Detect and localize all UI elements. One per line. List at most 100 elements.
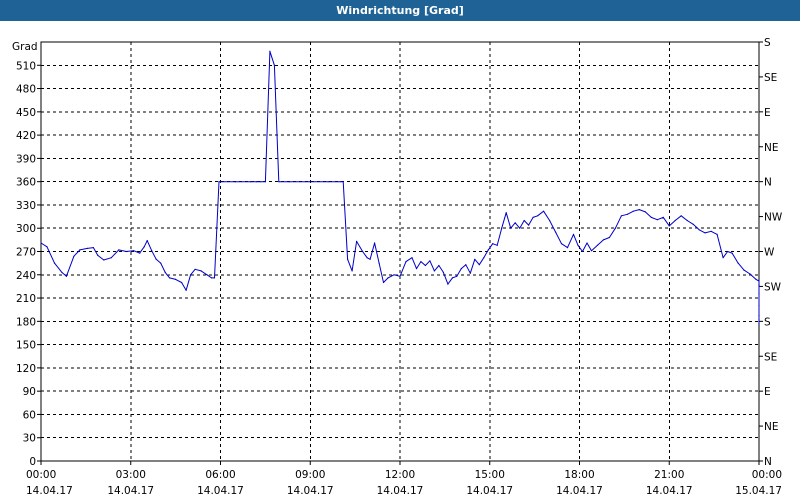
data-point [118, 249, 120, 251]
data-point [86, 247, 88, 249]
y-tick-label: 330 [16, 200, 36, 212]
x-tick-label-time: 15:00 [475, 469, 505, 481]
y-tick-label: 30 [23, 433, 36, 445]
data-point [327, 181, 329, 183]
right-tick-label: N [764, 456, 772, 468]
data-point [487, 249, 489, 251]
data-point [668, 225, 670, 227]
data-point [590, 250, 593, 252]
data-point [160, 262, 162, 264]
data-point [433, 270, 435, 272]
data-point [620, 215, 623, 217]
data-point [469, 272, 471, 274]
x-tick-label-date: 14.04.17 [377, 485, 424, 497]
data-point [255, 181, 257, 183]
right-tick-label: SE [764, 351, 777, 363]
data-point [438, 264, 440, 267]
data-point [716, 233, 718, 235]
data-point [704, 232, 706, 234]
data-point [206, 274, 208, 276]
data-point [514, 222, 516, 224]
data-point [758, 320, 760, 322]
data-point [53, 262, 56, 264]
data-point [749, 273, 751, 275]
x-tick-label-date: 14.04.17 [646, 485, 693, 497]
data-point [560, 243, 563, 245]
data-point [680, 215, 682, 217]
data-point [79, 249, 81, 251]
data-point [758, 319, 760, 321]
data-point [40, 242, 42, 244]
data-point [146, 240, 148, 242]
data-point [125, 250, 127, 253]
data-point [393, 274, 395, 276]
x-tick-label-time: 03:00 [116, 469, 146, 481]
data-point [743, 269, 745, 271]
right-tick-label: S [764, 316, 771, 328]
data-point [510, 227, 512, 229]
data-point [586, 242, 588, 244]
data-point [686, 219, 688, 222]
data-point [644, 211, 646, 213]
data-point [369, 258, 371, 260]
data-point [164, 271, 166, 273]
y-tick-label: 120 [16, 363, 36, 375]
data-point [442, 271, 444, 273]
y-tick-label: 270 [16, 247, 36, 259]
data-point [273, 64, 275, 66]
y-axis-left: 0 30 60 90 120 150 180 210 240 270 300 330 360 390 420… [16, 60, 41, 468]
data-point [566, 247, 569, 249]
data-point [143, 246, 145, 248]
data-point [650, 216, 652, 218]
data-point [73, 255, 75, 257]
data-point [309, 181, 311, 183]
y-tick-label: 180 [16, 316, 36, 328]
data-point [46, 246, 48, 248]
data-point [758, 292, 760, 294]
data-point [460, 268, 462, 270]
data-point [264, 181, 266, 183]
x-tick-label-date: 14.04.17 [107, 485, 154, 497]
data-point [537, 215, 539, 217]
x-tick-label-time: 09:00 [295, 469, 325, 481]
data-point [474, 258, 476, 260]
data-point [447, 283, 449, 285]
right-tick-label: NW [764, 212, 783, 224]
data-point [614, 227, 617, 229]
data-point [362, 250, 364, 253]
data-point [378, 262, 380, 264]
data-point [608, 236, 611, 239]
data-point [602, 239, 605, 241]
x-axis: 00:00 14.04.17 03:00 14.04.17 06:00 14.04.17 0… [26, 461, 782, 497]
data-point [234, 181, 237, 183]
data-point [405, 261, 407, 263]
y-tick-label: 210 [16, 293, 36, 305]
x-tick-label-date: 14.04.17 [556, 485, 603, 497]
data-point [194, 268, 196, 270]
x-tick-label-time: 00:00 [26, 469, 56, 481]
data-point [411, 257, 413, 259]
data-point [356, 240, 358, 242]
data-point [710, 230, 712, 232]
x-tick-label-time: 12:00 [385, 469, 415, 481]
data-point [496, 244, 498, 246]
data-point [758, 283, 760, 285]
data-point [483, 257, 485, 259]
data-point [169, 277, 171, 279]
data-point [626, 213, 629, 215]
data-point [758, 280, 760, 282]
data-point [190, 274, 192, 276]
data-point [399, 275, 401, 277]
data-point [492, 243, 494, 245]
y-tick-label: 90 [23, 386, 36, 398]
data-point [465, 264, 467, 266]
line-chart: 0 30 60 90 120 150 180 210 240 270 300 330 360 390 420… [12, 37, 783, 497]
grid [41, 42, 759, 461]
data-point [528, 224, 530, 226]
data-point [415, 268, 418, 270]
window-title: Windrichtung [Grad] [0, 0, 800, 21]
data-point [260, 181, 262, 183]
data-point [572, 233, 575, 235]
right-tick-label: N [764, 177, 772, 189]
x-tick-label-date: 14.04.17 [466, 485, 513, 497]
